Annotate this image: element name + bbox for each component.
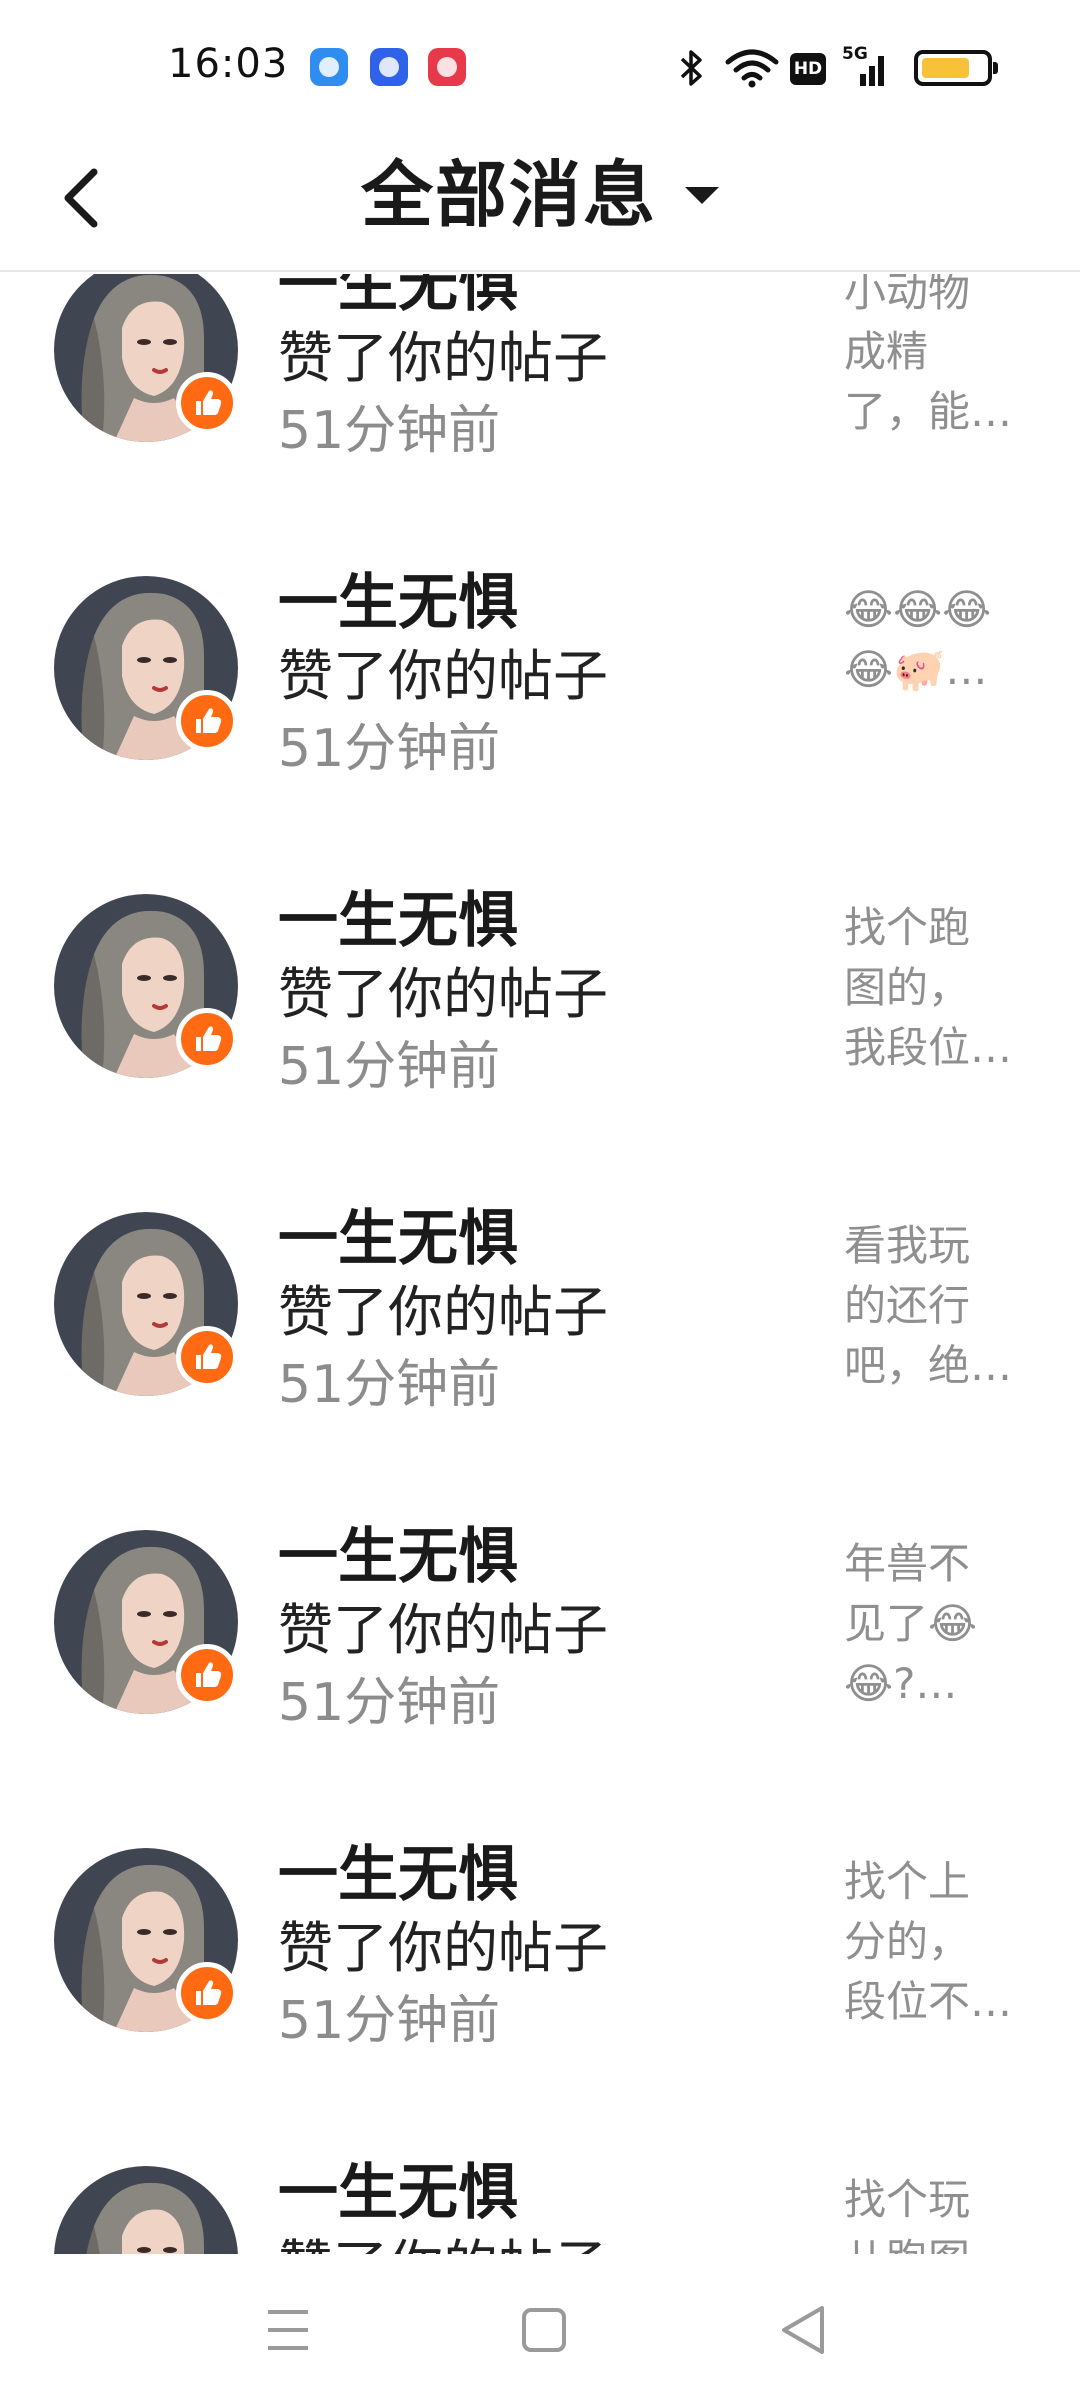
sender-name[interactable]: 一生无惧 — [278, 1522, 518, 1592]
post-preview[interactable]: 找个上 分的， 段位不… — [844, 1852, 1044, 2032]
message-time: 51分钟前 — [278, 1037, 501, 1097]
thumbs-up-icon — [176, 1644, 238, 1706]
message-item[interactable]: 一生无惧 赞了你的帖子 51分钟前 😂😂😂 😂🐖… — [0, 506, 1080, 824]
post-preview[interactable]: 找个跑 图的， 我段位… — [844, 898, 1044, 1078]
thumbs-up-icon — [176, 1326, 238, 1388]
home-icon[interactable] — [504, 2290, 584, 2370]
battery-level-fill — [922, 58, 969, 78]
message-item[interactable]: 一生无惧 赞了你的帖子 51分钟前 找个玩 儿跑图 — [0, 2096, 1080, 2254]
sender-name[interactable]: 一生无惧 — [278, 1840, 518, 1910]
message-item[interactable]: 一生无惧 赞了你的帖子 51分钟前 看我玩 的还行 吧，绝… — [0, 1142, 1080, 1460]
message-list[interactable]: 一生无惧 赞了你的帖子 51分钟前 小动物 成精 了，能… 一生无惧 赞了你的帖… — [0, 274, 1080, 2254]
message-time: 51分钟前 — [278, 1673, 501, 1733]
action-text: 赞了你的帖子 — [278, 326, 609, 390]
thumbs-up-icon — [176, 1962, 238, 2024]
post-preview[interactable]: 找个玩 儿跑图 — [844, 2170, 1044, 2254]
baidu-app-icon — [370, 48, 408, 86]
sender-name[interactable]: 一生无惧 — [278, 568, 518, 638]
status-time: 16:03 — [168, 41, 289, 87]
status-bar: 16:03 HD 5G — [0, 0, 1080, 132]
action-text: 赞了你的帖子 — [278, 962, 609, 1026]
action-text: 赞了你的帖子 — [278, 2234, 608, 2254]
sender-name[interactable]: 一生无惧 — [278, 274, 518, 320]
page-title: 全部消息 — [360, 153, 657, 237]
action-text: 赞了你的帖子 — [278, 1598, 609, 1662]
avatar[interactable] — [54, 2166, 238, 2254]
back-triangle-icon[interactable] — [764, 2290, 844, 2370]
thumbs-up-icon — [176, 372, 238, 434]
post-preview[interactable]: 😂😂😂 😂🐖… — [844, 580, 1044, 700]
message-time: 51分钟前 — [278, 1355, 501, 1415]
title-dropdown[interactable]: 全部消息 — [0, 150, 1080, 240]
post-preview[interactable]: 小动物 成精 了，能… — [844, 274, 1044, 442]
battery-icon — [914, 50, 998, 86]
sender-name[interactable]: 一生无惧 — [278, 886, 518, 956]
bluetooth-icon — [680, 50, 702, 86]
wifi-icon — [725, 49, 779, 88]
message-time: 51分钟前 — [278, 719, 501, 779]
caret-down-icon — [685, 186, 719, 204]
video-app-icon — [428, 48, 466, 86]
message-item[interactable]: 一生无惧 赞了你的帖子 51分钟前 找个跑 图的， 我段位… — [0, 824, 1080, 1142]
post-preview[interactable]: 年兽不 见了😂 😂?… — [844, 1534, 1044, 1714]
thumbs-up-icon — [176, 690, 238, 752]
menu-icon[interactable] — [248, 2290, 328, 2370]
message-time: 51分钟前 — [278, 1991, 501, 2051]
message-item[interactable]: 一生无惧 赞了你的帖子 51分钟前 找个上 分的， 段位不… — [0, 1778, 1080, 2096]
sender-name[interactable]: 一生无惧 — [278, 2158, 518, 2228]
thumbs-up-icon — [176, 1008, 238, 1070]
network-type-label: 5G — [842, 44, 868, 64]
message-time: 51分钟前 — [278, 401, 501, 461]
action-text: 赞了你的帖子 — [278, 1280, 609, 1344]
message-item[interactable]: 一生无惧 赞了你的帖子 51分钟前 年兽不 见了😂 😂?… — [0, 1460, 1080, 1778]
message-item[interactable]: 一生无惧 赞了你的帖子 51分钟前 小动物 成精 了，能… — [0, 274, 1080, 506]
action-text: 赞了你的帖子 — [278, 644, 609, 708]
hd-voice-badge: HD — [790, 53, 826, 85]
action-text: 赞了你的帖子 — [278, 1916, 609, 1980]
header: 全部消息 — [0, 132, 1080, 272]
sender-name[interactable]: 一生无惧 — [278, 1204, 518, 1274]
post-preview[interactable]: 看我玩 的还行 吧，绝… — [844, 1216, 1044, 1396]
navigation-bar — [0, 2254, 1080, 2400]
app-notification-icon — [310, 48, 348, 86]
